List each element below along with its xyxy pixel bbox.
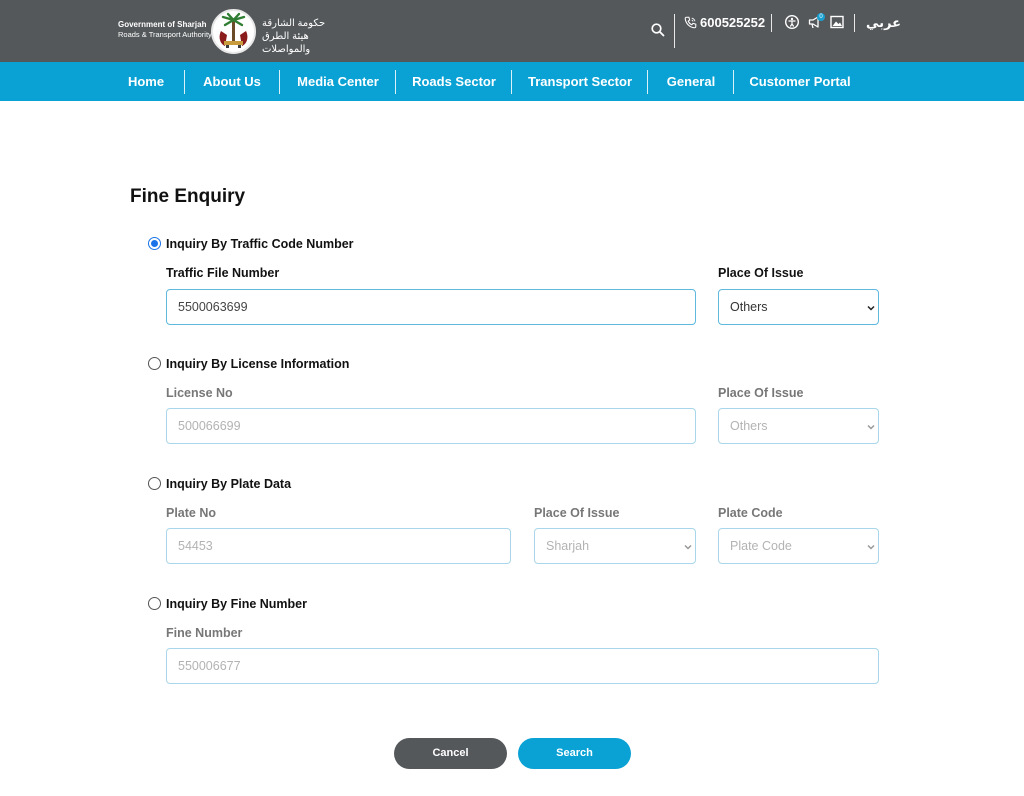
fine-number-label: Fine Number: [166, 626, 243, 640]
radio-label-traffic-code[interactable]: Inquiry By Traffic Code Number: [166, 237, 354, 251]
place-of-issue-value: Others: [730, 300, 768, 314]
traffic-file-value: 5500063699: [178, 300, 248, 314]
license-no-input[interactable]: 500066699: [166, 408, 696, 444]
sharjah-emblem-logo[interactable]: [211, 9, 256, 54]
nav-about-us[interactable]: About Us: [196, 62, 268, 101]
place-of-issue-label: Place Of Issue: [718, 386, 804, 400]
nav-roads-sector[interactable]: Roads Sector: [407, 62, 501, 101]
plate-code-label: Plate Code: [718, 506, 783, 520]
traffic-file-label: Traffic File Number: [166, 266, 280, 280]
radio-traffic-code[interactable]: [148, 237, 161, 250]
divider: [674, 14, 675, 48]
phone-number: 600525252: [700, 15, 766, 30]
plate-place-value: Sharjah: [546, 539, 590, 553]
radio-fine-number[interactable]: [148, 597, 161, 610]
radio-license[interactable]: [148, 357, 161, 370]
top-bar: Government of Sharjah Roads & Transport …: [0, 0, 1024, 62]
traffic-file-input[interactable]: 5500063699: [166, 289, 696, 325]
search-icon[interactable]: [650, 22, 666, 38]
logo-line-1: Government of Sharjah: [118, 20, 207, 29]
plate-place-select[interactable]: Sharjah: [534, 528, 696, 564]
nav-divider: [647, 70, 648, 94]
plate-no-input[interactable]: 54453: [166, 528, 511, 564]
plate-no-label: Plate No: [166, 506, 217, 520]
language-switch[interactable]: عربي: [866, 15, 901, 31]
divider: [771, 14, 772, 32]
nav-divider: [395, 70, 396, 94]
nav-general[interactable]: General: [659, 62, 723, 101]
plate-place-label: Place Of Issue: [534, 506, 620, 520]
fine-number-input[interactable]: 550006677: [166, 648, 879, 684]
chevron-down-icon: [684, 544, 692, 550]
divider: [854, 14, 855, 32]
logo-english[interactable]: Government of Sharjah Roads & Transport …: [118, 20, 212, 40]
logo-arabic-line-2: هيئة الطرق والمواصلات: [262, 31, 311, 55]
place-of-issue-select[interactable]: Others: [718, 289, 879, 325]
nav-customer-portal[interactable]: Customer Portal: [745, 62, 855, 101]
search-button[interactable]: Search: [518, 738, 631, 769]
nav-transport-sector[interactable]: Transport Sector: [523, 62, 637, 101]
image-icon[interactable]: [829, 14, 845, 30]
cancel-button[interactable]: Cancel: [394, 738, 507, 769]
radio-label-license[interactable]: Inquiry By License Information: [166, 357, 349, 371]
radio-label-fine-number[interactable]: Inquiry By Fine Number: [166, 597, 307, 611]
plate-code-select[interactable]: Plate Code: [718, 528, 879, 564]
license-no-label: License No: [166, 386, 233, 400]
logo-arabic-line-1: حكومة الشارقة: [262, 18, 326, 29]
logo-arabic[interactable]: حكومة الشارقة هيئة الطرق والمواصلات: [262, 17, 346, 56]
radio-plate[interactable]: [148, 477, 161, 490]
nav-divider: [733, 70, 734, 94]
plate-no-placeholder: 54453: [178, 539, 213, 553]
nav-home[interactable]: Home: [118, 62, 174, 101]
license-place-select[interactable]: Others: [718, 408, 879, 444]
chevron-down-icon: [867, 544, 875, 550]
nav-divider: [184, 70, 185, 94]
place-of-issue-label: Place Of Issue: [718, 266, 804, 280]
nav-media-center[interactable]: Media Center: [291, 62, 385, 101]
radio-label-plate[interactable]: Inquiry By Plate Data: [166, 477, 291, 491]
nav-divider: [511, 70, 512, 94]
plate-code-value: Plate Code: [730, 539, 792, 553]
license-place-value: Others: [730, 419, 768, 433]
phone-icon: [684, 16, 697, 29]
main-nav: Home About Us Media Center Roads Sector …: [0, 62, 1024, 101]
chevron-down-icon: [867, 305, 875, 311]
phone-link[interactable]: 600525252: [684, 15, 765, 30]
license-no-placeholder: 500066699: [178, 419, 241, 433]
chevron-down-icon: [867, 424, 875, 430]
page-title: Fine Enquiry: [130, 186, 246, 207]
nav-divider: [279, 70, 280, 94]
logo-line-2: Roads & Transport Authority: [118, 30, 212, 39]
fine-number-placeholder: 550006677: [178, 659, 241, 673]
notification-badge: 0: [817, 13, 825, 21]
accessibility-icon[interactable]: [784, 14, 800, 30]
